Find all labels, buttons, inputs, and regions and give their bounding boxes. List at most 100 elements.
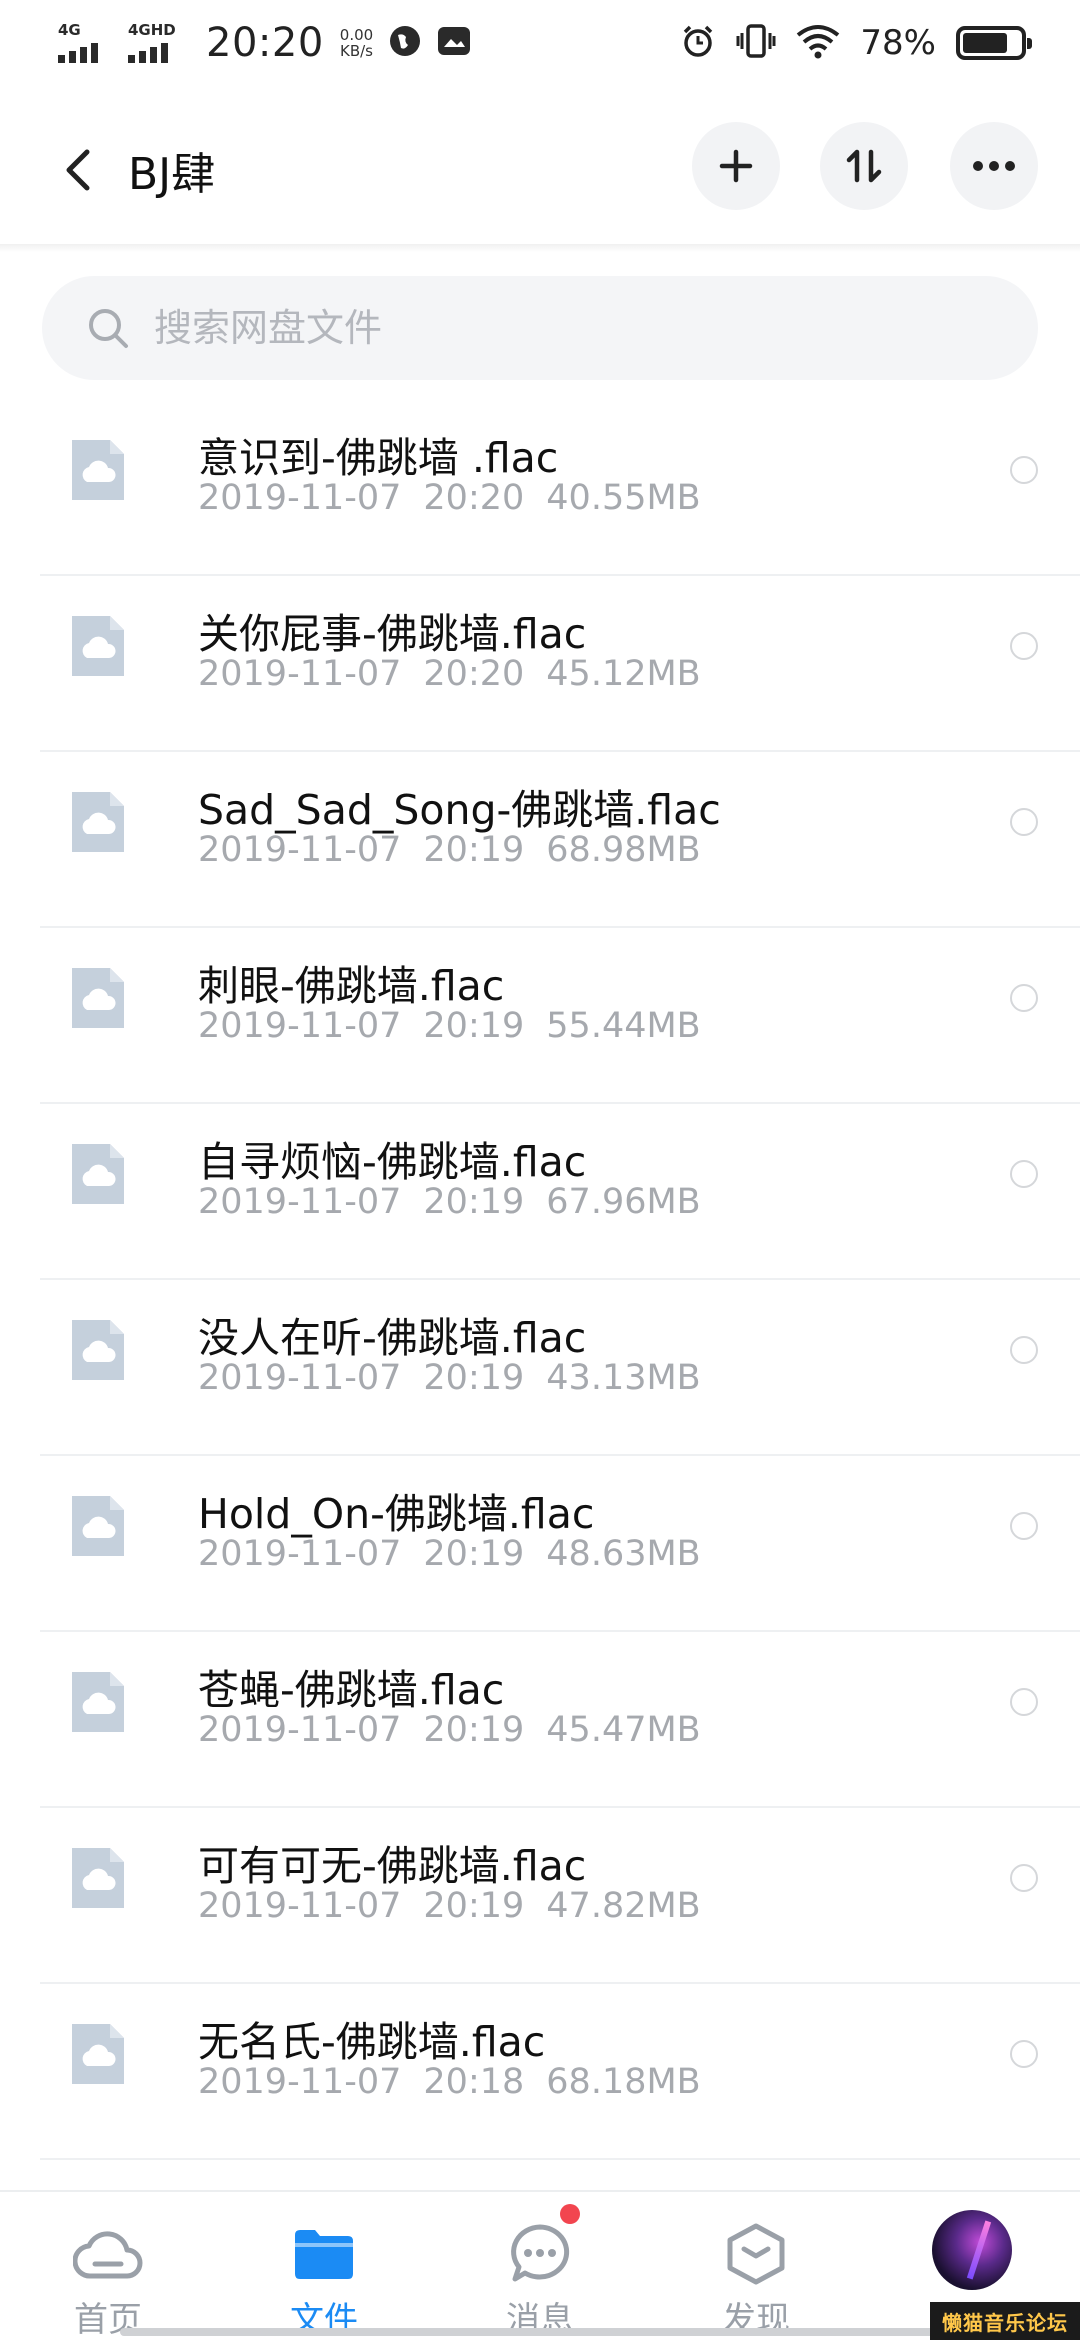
file-time: 20:18 (423, 2062, 525, 2102)
file-row[interactable]: Sad_Sad_Song-佛跳墙.flac 2019-11-07 20:19 68.9… (0, 752, 1080, 928)
select-checkbox[interactable] (1010, 1688, 1038, 1716)
file-date: 2019-11-07 (198, 2062, 402, 2102)
file-time: 20:19 (423, 1710, 525, 1750)
select-checkbox[interactable] (1010, 632, 1038, 660)
file-name: 没人在听-佛跳墙.flac (198, 1314, 587, 1362)
file-time: 20:20 (423, 654, 525, 694)
network-type-1: 4G (58, 21, 81, 39)
file-date: 2019-11-07 (198, 1710, 402, 1750)
file-date: 2019-11-07 (198, 654, 402, 694)
file-meta: 2019-11-07 20:19 43.13MB (198, 1358, 723, 1398)
tab-files[interactable]: 文件 (216, 2192, 432, 2340)
status-left: 4G 4GHD 20:20 0.00 KB/s (58, 20, 471, 66)
audio-file-icon (72, 1320, 124, 1380)
select-checkbox[interactable] (1010, 984, 1038, 1012)
sort-button[interactable] (820, 122, 908, 210)
network-speed-value: 0.00 (339, 26, 374, 44)
network-speed: 0.00 KB/s (340, 27, 373, 59)
file-name: 关你屁事-佛跳墙.flac (198, 610, 587, 658)
battery-icon (956, 26, 1032, 60)
file-date: 2019-11-07 (198, 478, 402, 518)
back-button[interactable] (48, 140, 108, 200)
file-time: 20:19 (423, 1534, 525, 1574)
tab-home[interactable]: 首页 (0, 2192, 216, 2340)
file-meta: 2019-11-07 20:19 48.63MB (198, 1534, 723, 1574)
select-checkbox[interactable] (1010, 1336, 1038, 1364)
screen: 4G 4GHD 20:20 0.00 KB/s 78% BJ肆 搜索网盘文件 意… (0, 0, 1080, 2340)
tab-messages[interactable]: 消息 (432, 2192, 648, 2340)
file-size: 55.44MB (546, 1006, 701, 1046)
more-icon (973, 161, 1015, 171)
file-size: 45.12MB (546, 654, 701, 694)
gallery-icon (437, 25, 471, 61)
audio-file-icon (72, 1672, 124, 1732)
wifi-icon (796, 23, 840, 63)
file-row[interactable]: 可有可无-佛跳墙.flac 2019-11-07 20:19 47.82MB (0, 1808, 1080, 1984)
audio-file-icon (72, 440, 124, 500)
cloud-home-icon (72, 2218, 144, 2290)
file-size: 68.98MB (546, 830, 701, 870)
audio-file-icon (72, 2024, 124, 2084)
sort-icon (846, 149, 882, 183)
search-bar[interactable] (42, 276, 1038, 380)
file-date: 2019-11-07 (198, 1006, 402, 1046)
file-name: 自寻烦恼-佛跳墙.flac (198, 1138, 587, 1186)
battery-fill (963, 33, 1007, 53)
file-date: 2019-11-07 (198, 1886, 402, 1926)
audio-file-icon (72, 1848, 124, 1908)
network-type-2: 4GHD (128, 21, 176, 39)
file-row[interactable]: 无名氏-佛跳墙.flac 2019-11-07 20:18 68.18MB (0, 1984, 1080, 2160)
file-date: 2019-11-07 (198, 830, 402, 870)
file-time: 20:19 (423, 1358, 525, 1398)
browser-globe-icon (389, 25, 421, 61)
file-date: 2019-11-07 (198, 1534, 402, 1574)
file-size: 68.18MB (546, 2062, 701, 2102)
tab-discover[interactable]: 发现 (648, 2192, 864, 2340)
file-meta: 2019-11-07 20:18 68.18MB (198, 2062, 723, 2102)
vibrate-icon (736, 23, 776, 63)
folder-icon (288, 2218, 360, 2290)
file-date: 2019-11-07 (198, 1358, 402, 1398)
row-divider (40, 2158, 1080, 2160)
select-checkbox[interactable] (1010, 2040, 1038, 2068)
file-row[interactable]: 刺眼-佛跳墙.flac 2019-11-07 20:19 55.44MB (0, 928, 1080, 1104)
file-row[interactable]: 意识到-佛跳墙 .flac 2019-11-07 20:20 40.55MB (0, 400, 1080, 576)
status-bar: 4G 4GHD 20:20 0.00 KB/s 78% (0, 0, 1080, 86)
file-name: 无名氏-佛跳墙.flac (198, 2018, 546, 2066)
select-checkbox[interactable] (1010, 456, 1038, 484)
battery-percent: 78% (860, 23, 936, 63)
discover-cube-icon (720, 2218, 792, 2290)
select-checkbox[interactable] (1010, 1864, 1038, 1892)
home-indicator[interactable] (120, 2328, 960, 2336)
search-input[interactable] (154, 276, 1038, 380)
select-checkbox[interactable] (1010, 1512, 1038, 1540)
file-name: Sad_Sad_Song-佛跳墙.flac (198, 786, 721, 834)
file-row[interactable]: 关你屁事-佛跳墙.flac 2019-11-07 20:20 45.12MB (0, 576, 1080, 752)
messages-badge (560, 2204, 580, 2224)
chat-icon (504, 2218, 576, 2290)
file-row[interactable]: 苍蝇-佛跳墙.flac 2019-11-07 20:19 45.47MB (0, 1632, 1080, 1808)
file-name: 意识到-佛跳墙 .flac (198, 434, 559, 482)
file-row[interactable]: 自寻烦恼-佛跳墙.flac 2019-11-07 20:19 67.96MB (0, 1104, 1080, 1280)
file-meta: 2019-11-07 20:19 68.98MB (198, 830, 723, 870)
file-time: 20:19 (423, 830, 525, 870)
file-size: 67.96MB (546, 1182, 701, 1222)
audio-file-icon (72, 792, 124, 852)
add-button[interactable] (692, 122, 780, 210)
page-title: BJ肆 (128, 149, 216, 200)
status-time: 20:20 (206, 20, 324, 66)
more-button[interactable] (950, 122, 1038, 210)
audio-file-icon (72, 968, 124, 1028)
file-row[interactable]: 没人在听-佛跳墙.flac 2019-11-07 20:19 43.13MB (0, 1280, 1080, 1456)
file-date: 2019-11-07 (198, 1182, 402, 1222)
file-row[interactable]: Hold_On-佛跳墙.flac 2019-11-07 20:19 48.63MB (0, 1456, 1080, 1632)
file-meta: 2019-11-07 20:20 40.55MB (198, 478, 723, 518)
file-size: 40.55MB (546, 478, 701, 518)
file-time: 20:19 (423, 1182, 525, 1222)
select-checkbox[interactable] (1010, 808, 1038, 836)
file-size: 48.63MB (546, 1534, 701, 1574)
avatar (932, 2210, 1012, 2290)
file-size: 47.82MB (546, 1886, 701, 1926)
select-checkbox[interactable] (1010, 1160, 1038, 1188)
file-name: 可有可无-佛跳墙.flac (198, 1842, 587, 1890)
